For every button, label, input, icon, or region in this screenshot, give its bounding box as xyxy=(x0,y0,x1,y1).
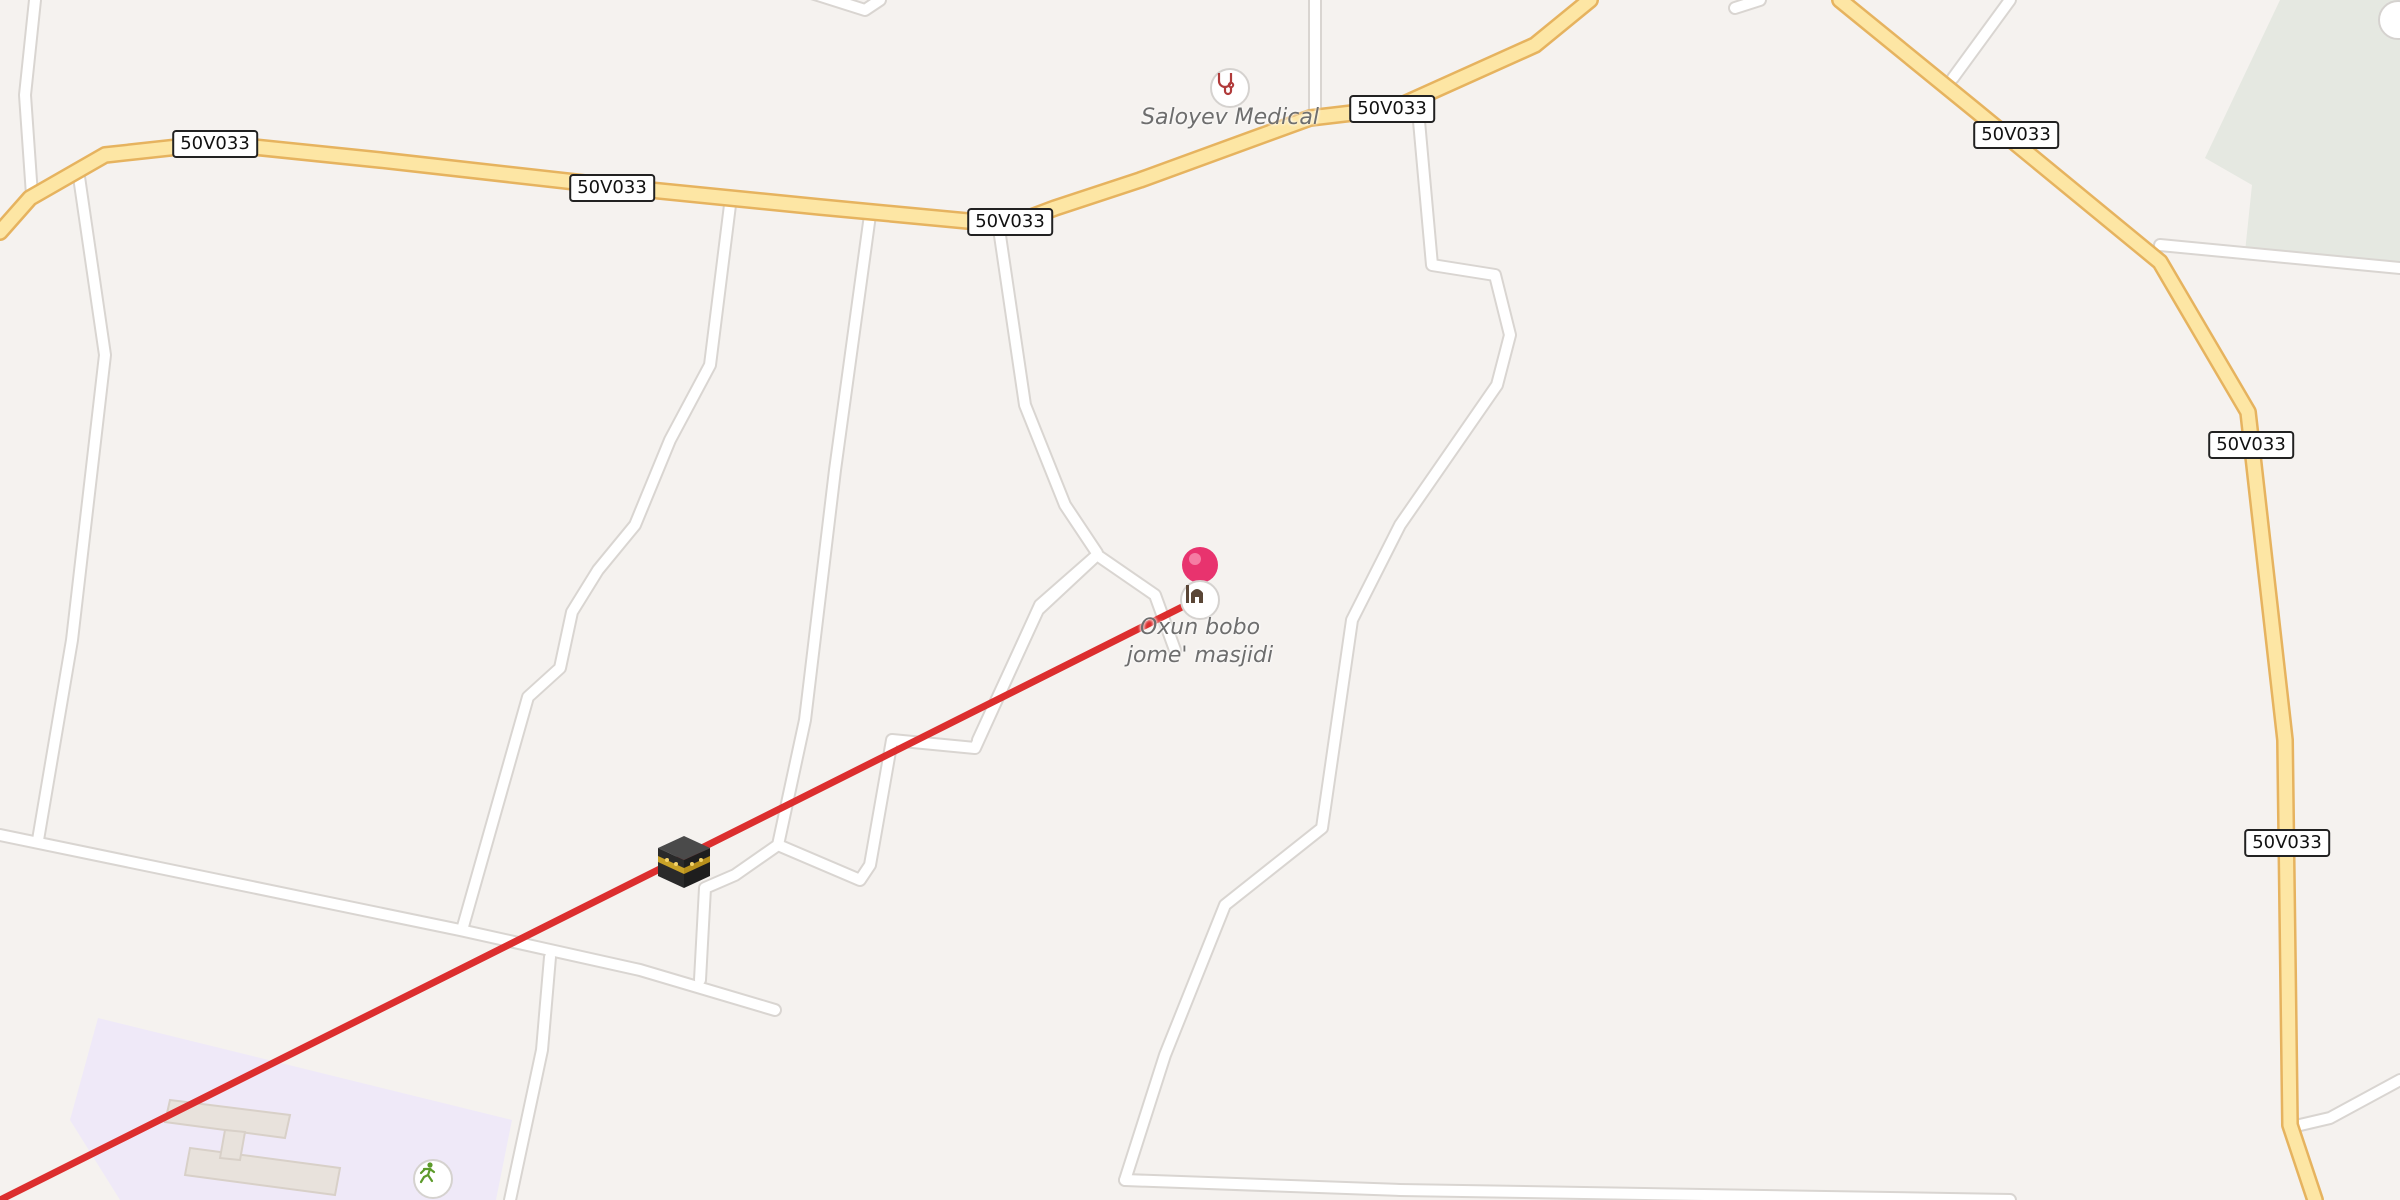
park-area xyxy=(2205,0,2400,270)
road-shield: 50V033 xyxy=(2244,829,2330,857)
medical-poi-name: Saloyev Medical xyxy=(1141,105,1319,130)
road-shield: 50V033 xyxy=(1973,121,2059,149)
medical-poi[interactable] xyxy=(1210,68,1250,108)
road-shield: 50V033 xyxy=(967,208,1053,236)
road-shield: 50V033 xyxy=(2208,431,2294,459)
sports-icon xyxy=(419,1162,436,1184)
mosque-name-line2: jome' masjidi xyxy=(1126,643,1274,668)
sports-poi[interactable] xyxy=(413,1159,453,1199)
kaaba-icon[interactable] xyxy=(658,836,710,888)
road-shield: 50V033 xyxy=(1349,95,1435,123)
map-canvas[interactable]: 50V033 50V033 50V033 50V033 50V033 50V03… xyxy=(0,0,2400,1200)
qibla-direction-line xyxy=(0,594,1204,1200)
mosque-poi-name: Oxun bobo jome' masjidi xyxy=(1127,614,1273,670)
medical-icon xyxy=(1217,73,1235,96)
mosque-name-line1: Oxun bobo xyxy=(1139,615,1261,640)
road-shield: 50V033 xyxy=(172,130,258,158)
mosque-icon xyxy=(1186,585,1203,603)
road-shield: 50V033 xyxy=(569,174,655,202)
